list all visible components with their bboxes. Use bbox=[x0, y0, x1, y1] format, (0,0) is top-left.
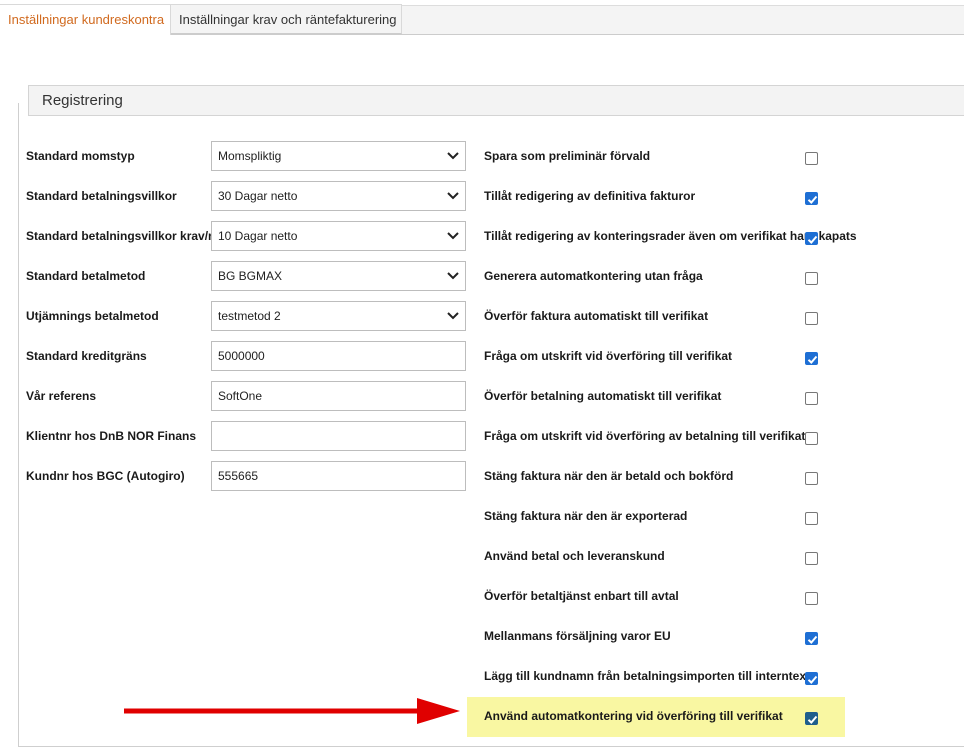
checkmark-icon bbox=[807, 715, 818, 724]
red-arrow-icon bbox=[124, 698, 460, 724]
section-title: Registrering bbox=[28, 85, 964, 116]
bgc-label: Kundnr hos BGC (Autogiro) bbox=[26, 469, 185, 483]
checkbox[interactable] bbox=[805, 592, 818, 605]
betalmetod-value: BG BGMAX bbox=[218, 269, 283, 283]
kreditgrans-input[interactable]: 5000000 bbox=[211, 341, 466, 371]
checkbox[interactable] bbox=[805, 192, 818, 205]
checkmark-icon bbox=[807, 675, 818, 684]
checkbox-label: Stäng faktura när den är exporterad bbox=[484, 509, 688, 523]
betalningsvillkor-label: Standard betalningsvillkor bbox=[26, 189, 177, 203]
checkbox-label: Överför betalning automatiskt till verif… bbox=[484, 389, 722, 403]
checkbox-label: Använd automatkontering vid överföring t… bbox=[484, 709, 783, 723]
checkbox-label: Tillåt redigering av definitiva fakturor bbox=[484, 189, 696, 203]
betalningsvillkor-value: 30 Dagar netto bbox=[218, 189, 298, 203]
momstyp-label: Standard momstyp bbox=[26, 149, 135, 163]
checkmark-icon bbox=[807, 355, 818, 364]
checkbox-label: Använd betal och leveranskund bbox=[484, 549, 665, 563]
checkbox[interactable] bbox=[805, 392, 818, 405]
checkmark-icon bbox=[807, 195, 818, 204]
bgc-input[interactable]: 555665 bbox=[211, 461, 466, 491]
betalningsvillkor-krav-select[interactable]: 10 Dagar netto bbox=[211, 221, 466, 251]
checkbox[interactable] bbox=[805, 552, 818, 565]
betalningsvillkor-select[interactable]: 30 Dagar netto bbox=[211, 181, 466, 211]
betalmetod-select[interactable]: BG BGMAX bbox=[211, 261, 466, 291]
checkbox[interactable] bbox=[805, 472, 818, 485]
tab-strip-background bbox=[401, 5, 964, 34]
betalningsvillkor-krav-label: Standard betalningsvillkor krav/ränta bbox=[26, 229, 238, 243]
kreditgrans-value: 5000000 bbox=[218, 349, 265, 363]
checkbox-label: Lägg till kundnamn från betalningsimport… bbox=[484, 669, 811, 683]
kreditgrans-label: Standard kreditgräns bbox=[26, 349, 147, 363]
checkbox-label: Fråga om utskrift vid överföring av beta… bbox=[484, 429, 806, 443]
chevron-down-icon bbox=[447, 192, 459, 200]
bgc-value: 555665 bbox=[218, 469, 259, 483]
dnb-label: Klientnr hos DnB NOR Finans bbox=[26, 429, 197, 443]
checkbox-label: Tillåt redigering av konteringsrader äve… bbox=[484, 229, 857, 243]
utjamning-label: Utjämnings betalmetod bbox=[26, 309, 159, 323]
dnb-input[interactable] bbox=[211, 421, 466, 451]
checkbox-label: Stäng faktura när den är betald och bokf… bbox=[484, 469, 734, 483]
referens-label: Vår referens bbox=[26, 389, 97, 403]
checkbox[interactable] bbox=[805, 312, 818, 325]
checkbox[interactable] bbox=[805, 232, 818, 245]
checkbox[interactable] bbox=[805, 632, 818, 645]
chevron-down-icon bbox=[447, 152, 459, 160]
checkbox-label: Spara som preliminär förvald bbox=[484, 149, 651, 163]
checkbox-label: Mellanmans försäljning varor EU bbox=[484, 629, 671, 643]
chevron-down-icon bbox=[447, 272, 459, 280]
momstyp-select[interactable]: Momspliktig bbox=[211, 141, 466, 171]
referens-value: SoftOne bbox=[218, 389, 263, 403]
betalmetod-label: Standard betalmetod bbox=[26, 269, 146, 283]
checkbox-label: Generera automatkontering utan fråga bbox=[484, 269, 703, 283]
tab-bar: Inställningar kundreskontra Inställninga… bbox=[0, 0, 964, 35]
utjamning-value: testmetod 2 bbox=[218, 309, 281, 323]
betalningsvillkor-krav-value: 10 Dagar netto bbox=[218, 229, 298, 243]
checkmark-icon bbox=[807, 235, 818, 244]
checkbox[interactable] bbox=[805, 512, 818, 525]
checkbox-label: Överför betaltjänst enbart till avtal bbox=[484, 589, 679, 603]
chevron-down-icon bbox=[447, 232, 459, 240]
checkbox[interactable] bbox=[805, 432, 818, 445]
checkbox[interactable] bbox=[805, 152, 818, 165]
checkbox-label: Överför faktura automatiskt till verifik… bbox=[484, 309, 709, 323]
referens-input[interactable]: SoftOne bbox=[211, 381, 466, 411]
checkmark-icon bbox=[807, 635, 818, 644]
momstyp-value: Momspliktig bbox=[218, 149, 282, 163]
checkbox-label: Fråga om utskrift vid överföring till ve… bbox=[484, 349, 733, 363]
chevron-down-icon bbox=[447, 312, 459, 320]
checkbox[interactable] bbox=[805, 712, 818, 725]
tab-kundreskontra[interactable]: Inställningar kundreskontra bbox=[0, 4, 171, 35]
utjamning-select[interactable]: testmetod 2 bbox=[211, 301, 466, 331]
tab-krav-rantefakturering[interactable]: Inställningar krav och räntefakturering bbox=[171, 4, 402, 34]
checkbox[interactable] bbox=[805, 352, 818, 365]
checkbox[interactable] bbox=[805, 672, 818, 685]
checkbox[interactable] bbox=[805, 272, 818, 285]
